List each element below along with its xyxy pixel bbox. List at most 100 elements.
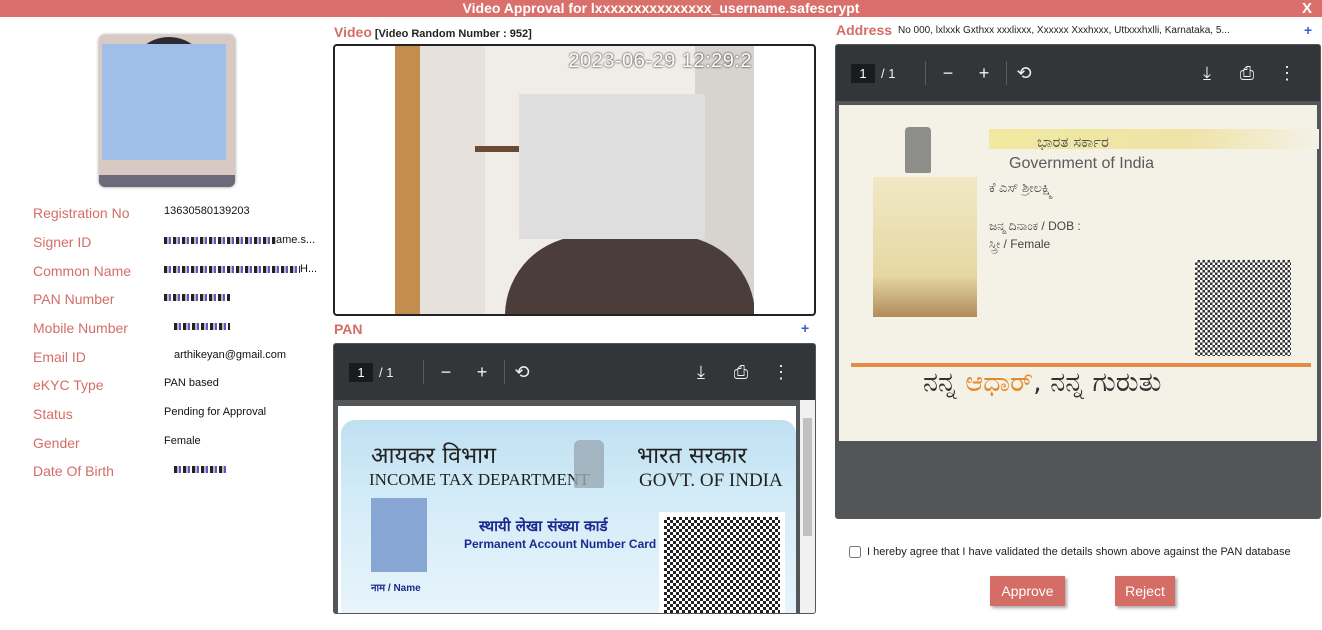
plus-icon[interactable]: +	[971, 60, 997, 86]
more-vertical-icon[interactable]: ⋮	[1274, 60, 1300, 86]
agreement-text: I hereby agree that I have validated the…	[867, 546, 1291, 558]
minus-icon[interactable]: −	[935, 60, 961, 86]
field-value-redacted: H...	[164, 263, 317, 275]
field-common-name: Common Name H...	[33, 263, 323, 283]
field-label: eKYC Type	[33, 377, 104, 393]
print-icon[interactable]: ⎙	[728, 359, 754, 385]
signer-photo	[99, 35, 235, 187]
photo-shoulders	[99, 175, 235, 187]
photo-face-blur	[102, 44, 226, 160]
pdf-toolbar: 1 / 1 − + ⟲ ⤓ ⎙ ⋮	[334, 344, 815, 400]
field-value-redacted	[164, 291, 230, 303]
field-value: 13630580139203	[164, 205, 250, 217]
footer-part-1: ನನ್ನ	[923, 367, 966, 398]
field-signer-id: Signer ID ame.s...	[33, 234, 323, 254]
aadhaar-footer-tagline: ನನ್ನ ಆಧಾರ್, ನನ್ನ ಗುರುತು	[923, 367, 1161, 399]
pan-card-hindi: स्थायी लेखा संख्या कार्ड	[479, 517, 608, 535]
field-label: Status	[33, 406, 73, 422]
pdf-scrollbar[interactable]	[800, 400, 815, 613]
field-mobile-number: Mobile Number	[33, 320, 323, 340]
reject-button[interactable]: Reject	[1115, 576, 1175, 606]
address-pdf-viewer[interactable]: 1 / 1 − + ⟲ ⤓ ⎙ ⋮ ಭಾರತ ಸರ್ಕಾರ Government…	[835, 44, 1321, 519]
field-label: Mobile Number	[33, 320, 128, 336]
pan-dept-english: INCOME TAX DEPARTMENT	[369, 470, 590, 489]
more-vertical-icon[interactable]: ⋮	[768, 359, 794, 385]
agreement-checkbox[interactable]	[849, 546, 861, 559]
national-emblem-icon	[574, 440, 604, 488]
dialog-title-bar: Video Approval for lxxxxxxxxxxxxxxx_user…	[0, 0, 1322, 17]
minus-icon[interactable]: −	[433, 359, 459, 385]
field-label: Registration No	[33, 205, 130, 221]
pan-pdf-viewer[interactable]: 1 / 1 − + ⟲ ⤓ ⎙ ⋮ आयकर विभाग INCOME TAX …	[333, 343, 816, 614]
address-value: No 000, lxlxxk Gxthxx xxxlixxx, Xxxxxx X…	[898, 25, 1230, 36]
pan-govt-hindi: भारत सरकार	[637, 443, 747, 469]
video-person	[505, 236, 754, 314]
pdf-page-total: / 1	[881, 66, 896, 81]
aadhaar-govt-english: Government of India	[1009, 155, 1154, 172]
pdf-page-input[interactable]: 1	[349, 363, 373, 382]
field-status: Status Pending for Approval	[33, 406, 323, 426]
field-value-redacted	[174, 320, 230, 332]
field-label: Email ID	[33, 349, 86, 365]
field-value-redacted: ame.s...	[164, 234, 315, 246]
video-face-redaction	[519, 94, 705, 239]
field-value: Female	[164, 435, 201, 447]
field-email-id: Email ID arthikeyan@gmail.com	[33, 349, 323, 369]
pdf-toolbar: 1 / 1 − + ⟲ ⤓ ⎙ ⋮	[836, 45, 1320, 101]
footer-aadhaar-word: ಆಧಾರ್	[965, 367, 1034, 398]
aadhaar-gender: ಸ್ತ್ರೀ / Female	[989, 237, 1051, 251]
video-player[interactable]: 2023-06-29 12:29:2	[333, 44, 816, 316]
pan-dept-hindi: आयकर विभाग	[371, 443, 497, 469]
address-section-title: Address	[836, 22, 893, 38]
toolbar-divider	[1006, 61, 1007, 85]
toolbar-divider	[925, 61, 926, 85]
video-random-number: [Video Random Number : 952]	[374, 28, 532, 40]
aadhaar-name-kannada: ಕೆ ಎಸ್ ಶ್ರೀಲಕ್ಷ್ಮಿ	[989, 180, 1053, 195]
video-shelf	[475, 146, 520, 152]
field-date-of-birth: Date Of Birth	[33, 463, 323, 483]
rotate-icon[interactable]: ⟲	[1011, 60, 1037, 86]
dialog-title: Video Approval for lxxxxxxxxxxxxxxx_user…	[462, 0, 860, 16]
field-label: Common Name	[33, 263, 132, 279]
pan-section-title: PAN	[334, 321, 363, 337]
aadhaar-govt-kannada: ಭಾರತ ಸರ್ಕಾರ	[1037, 133, 1109, 151]
pan-card-english: Permanent Account Number Card	[464, 537, 657, 551]
qr-code-icon	[659, 512, 785, 613]
pdf-page-input[interactable]: 1	[851, 64, 875, 83]
footer-part-2: , ನನ್ನ ಗುರುತು	[1033, 367, 1162, 398]
qr-code-icon	[1195, 260, 1291, 356]
field-label: Signer ID	[33, 234, 92, 250]
pan-card-body: आयकर विभाग INCOME TAX DEPARTMENT भारत सर…	[341, 420, 796, 613]
field-value: ame.s...	[276, 234, 316, 246]
toolbar-divider	[423, 360, 424, 384]
aadhaar-photo-redaction	[873, 177, 977, 317]
pan-name-label: नाम / Name	[371, 583, 421, 594]
aadhaar-dob-label: ಜನ್ಮ ದಿನಾಂಕ / DOB :	[989, 219, 1081, 233]
video-timestamp: 2023-06-29 12:29:2	[568, 50, 752, 72]
field-value: PAN based	[164, 377, 219, 389]
pan-expand-plus-icon[interactable]: +	[801, 320, 809, 336]
field-value: arthikeyan@gmail.com	[174, 349, 287, 361]
pan-govt-english: GOVT. OF INDIA	[639, 470, 783, 491]
national-emblem-icon	[905, 127, 931, 173]
close-icon[interactable]: X	[1302, 0, 1312, 17]
video-frame: 2023-06-29 12:29:2	[395, 46, 754, 314]
field-value-redacted	[174, 463, 226, 475]
field-label: PAN Number	[33, 291, 115, 307]
rotate-icon[interactable]: ⟲	[509, 359, 535, 385]
plus-icon[interactable]: +	[469, 359, 495, 385]
scrollbar-thumb[interactable]	[803, 418, 812, 536]
field-label: Date Of Birth	[33, 463, 114, 479]
download-icon[interactable]: ⤓	[688, 359, 714, 385]
download-icon[interactable]: ⤓	[1194, 60, 1220, 86]
aadhaar-card-image: ಭಾರತ ಸರ್ಕಾರ Government of India ಕೆ ಎಸ್ ಶ…	[839, 105, 1319, 441]
field-ekyc-type: eKYC Type PAN based	[33, 377, 323, 397]
pdf-page-total: / 1	[379, 365, 394, 380]
field-pan-number: PAN Number	[33, 291, 323, 311]
address-expand-plus-icon[interactable]: +	[1304, 22, 1312, 38]
agreement-row[interactable]: I hereby agree that I have validated the…	[849, 546, 1291, 559]
approve-button[interactable]: Approve	[990, 576, 1065, 606]
print-icon[interactable]: ⎙	[1234, 60, 1260, 86]
field-label: Gender	[33, 435, 80, 451]
pan-card-image: आयकर विभाग INCOME TAX DEPARTMENT भारत सर…	[338, 406, 796, 613]
